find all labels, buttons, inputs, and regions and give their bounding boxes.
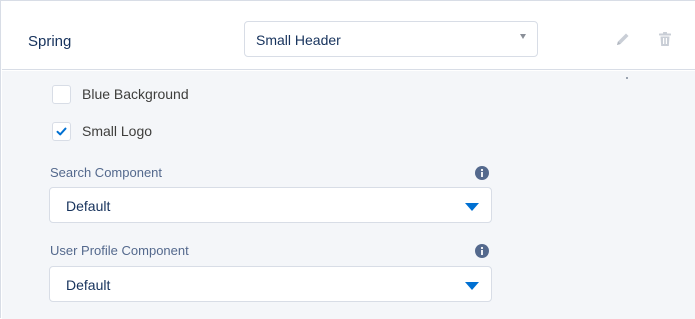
small-logo-label: Small Logo <box>82 123 153 139</box>
header-type-select[interactable]: Small Header <box>244 21 538 57</box>
dropdown-arrow-icon <box>465 203 479 211</box>
checkmark-icon <box>56 127 67 136</box>
chevron-down-icon <box>520 34 526 39</box>
search-component-select[interactable]: Default <box>49 187 492 223</box>
theme-header-row: Spring Small Header <box>2 2 695 70</box>
user-profile-component-label: User Profile Component <box>50 243 189 258</box>
blue-background-checkbox[interactable] <box>52 85 71 104</box>
pencil-icon[interactable] <box>615 31 631 47</box>
divider-dot <box>626 77 628 79</box>
theme-settings-panel: Spring Small Header Blue Background Smal… <box>0 0 695 319</box>
info-icon[interactable] <box>475 166 489 180</box>
search-component-label: Search Component <box>50 165 163 180</box>
search-component-value: Default <box>66 198 111 214</box>
user-profile-component-select[interactable]: Default <box>49 266 492 302</box>
small-logo-checkbox[interactable] <box>52 122 71 141</box>
header-type-value: Small Header <box>256 32 341 48</box>
theme-name: Spring <box>28 33 72 50</box>
info-icon[interactable] <box>475 244 489 258</box>
dropdown-arrow-icon <box>465 282 479 290</box>
blue-background-label: Blue Background <box>82 86 189 102</box>
trash-icon[interactable] <box>657 31 673 47</box>
theme-options-area: Blue Background Small Logo Search Compon… <box>2 71 695 319</box>
user-profile-component-value: Default <box>66 277 111 293</box>
